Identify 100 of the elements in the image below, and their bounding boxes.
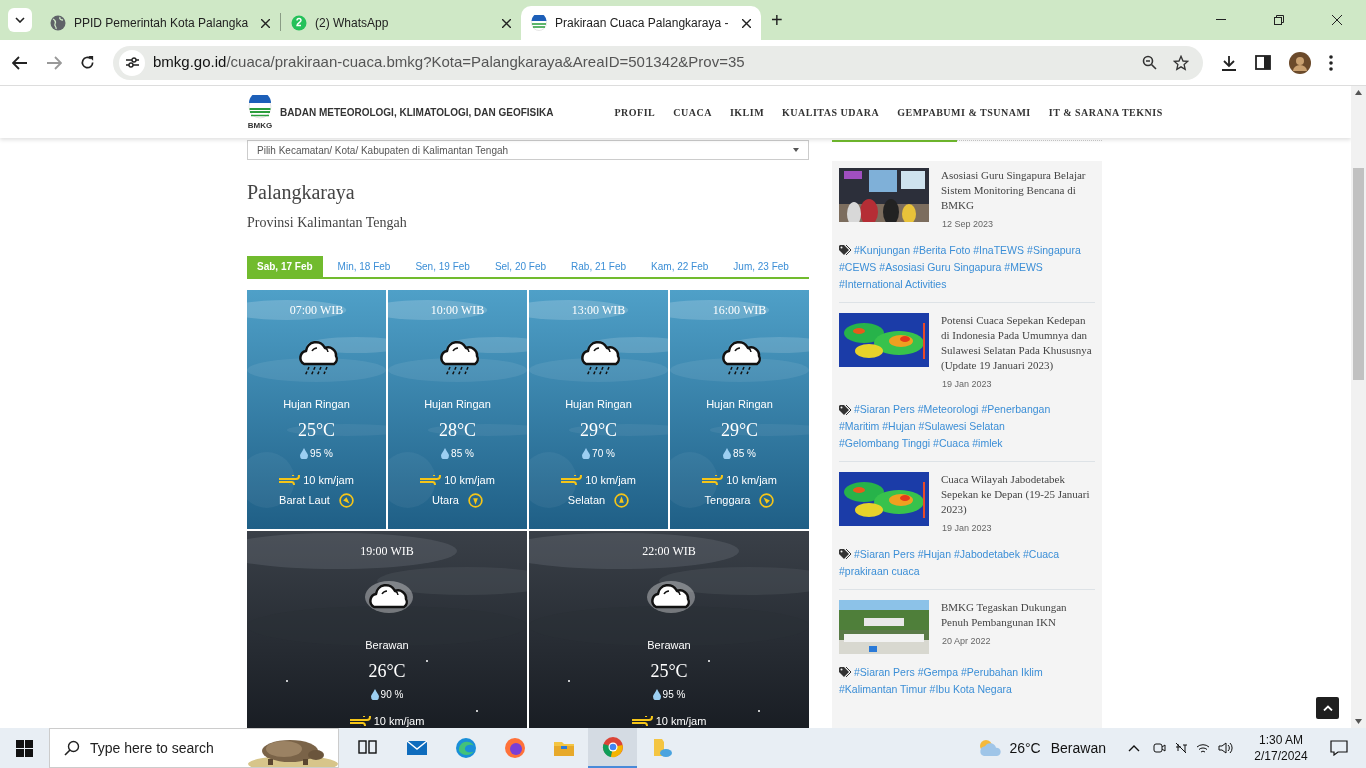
nav-link[interactable]: IT & SARANA TEKNIS [1048,104,1163,120]
tag-link[interactable]: #Jabodetabek [954,545,1020,563]
close-icon[interactable] [261,18,270,28]
zoom-icon[interactable] [1142,55,1157,70]
day-tab[interactable]: Min, 18 Feb [327,256,401,277]
meet-now-icon[interactable] [1152,741,1166,755]
forecast-time: 13:00 WIB [571,303,626,317]
weather-condition[interactable]: Berawan [1050,737,1106,759]
edge-icon[interactable] [454,737,477,759]
nav-link[interactable]: CUACA [673,104,712,120]
nav-link[interactable]: PROFIL [614,104,656,120]
clock[interactable]: 1:30 AM 2/17/2024 [1244,732,1318,764]
tag-link[interactable]: #International Activities [839,275,947,293]
scroll-up-icon[interactable] [1355,90,1362,95]
tag-link[interactable]: #Maritim [839,418,880,435]
tag-link[interactable]: #Siaran Pers [854,545,915,563]
droplet-icon [652,688,661,700]
article-title[interactable]: Cuaca Wilayah Jabodetabek Sepekan ke Depan (19-25 Januari 2023) [941,472,1095,517]
tag-link[interactable]: #Meteorologi [917,401,979,418]
close-icon[interactable] [742,18,751,28]
nav-link[interactable]: GEMPABUMI & TSUNAMI [897,104,1031,120]
article-date: 19 Jan 2023 [942,377,993,391]
forecast-time: 10:00 WIB [430,303,485,317]
day-tab[interactable]: Sab, 17 Feb [247,256,323,277]
notification-icon[interactable] [1330,740,1348,756]
back-icon[interactable] [12,55,28,70]
browser-tab[interactable]: PPID Pemerintah Kota Palangka [40,6,280,40]
tag-link[interactable]: #Gelombang Tinggi [839,435,931,452]
droplet-icon [441,447,450,459]
tab-title: Prakiraan Cuaca Palangkaraya - [555,15,729,32]
day-tab[interactable]: Jum, 23 Feb [723,256,799,277]
tab-list-button[interactable] [8,8,32,32]
menu-icon[interactable] [1329,54,1333,71]
side-panel-icon[interactable] [1255,55,1271,70]
speaker-icon[interactable] [1218,741,1234,755]
windows-start-icon[interactable] [16,739,33,757]
tag-link[interactable]: #Perubahan Iklim [961,663,1043,681]
tag-link[interactable]: #Cuaca [1022,545,1060,563]
tab-title: PPID Pemerintah Kota Palangka [74,15,249,32]
tag-link[interactable]: #Singapura [1027,241,1081,259]
wind-direction: Selatan [567,493,606,508]
new-tab-button[interactable]: + [771,10,783,30]
tag-link[interactable]: #Cuaca [933,435,970,452]
tag-link[interactable]: #CEWS [839,258,877,276]
tag-link[interactable]: #Gempa [917,663,958,681]
wifi-icon[interactable] [1196,742,1210,754]
tag-link[interactable]: #Kalimantan Timur [839,680,927,698]
caret-icon [793,148,799,152]
tag-link[interactable]: #Penerbangan [981,401,1051,418]
browser-tab[interactable]: Prakiraan Cuaca Palangkaraya - [521,6,761,40]
temperature: 29°C [720,420,759,440]
select-placeholder: Pilih Kecamatan/ Kota/ Kabupaten di Kalimantan Tengah [257,143,509,158]
article-title[interactable]: Potensi Cuaca Sepekan Kedepan di Indonesia Pada Umumnya dan Sulawesi Selatan Pada Khususnya (Update 19 Januari 2023) [941,312,1095,373]
day-tab[interactable]: Sel, 20 Feb [484,256,557,277]
nav-link[interactable]: KUALITAS UDARA [782,104,880,120]
tag-link[interactable]: #Hujan [882,418,916,435]
address-bar[interactable]: bmkg.go.id/cuaca/prakiraan-cuaca.bmkg?Kota=Palangkaraya&AreaID=501342&Prov=35 [113,45,1203,80]
forward-icon[interactable] [46,55,62,70]
tag-link[interactable]: #Kunjungan [854,241,911,259]
back-to-top-button[interactable] [1316,697,1339,719]
location-select[interactable]: Pilih Kecamatan/ Kota/ Kabupaten di Kalimantan Tengah [247,140,809,160]
minimize-icon[interactable] [1216,19,1226,21]
restore-icon[interactable] [1274,15,1284,25]
tag-link[interactable]: #Asosiasi Guru Singapura [879,258,1002,276]
browser-tab[interactable]: (2) WhatsApp [281,6,521,40]
article-title[interactable]: Asosiasi Guru Singapura Belajar Sistem Monitoring Bencana di BMKG [941,168,1095,213]
article-title[interactable]: BMKG Tegaskan Dukungan Penuh Pembangunan IKN [941,599,1095,630]
day-tab[interactable]: Rab, 21 Feb [561,256,637,277]
profile-avatar-icon[interactable] [1289,51,1311,74]
tag-link[interactable]: #Siaran Pers [854,663,915,681]
close-icon[interactable] [1332,15,1342,25]
temperature: 25°C [297,420,336,440]
wind-icon [420,475,443,485]
wind-speed: 10 km/jam [726,472,777,488]
close-icon[interactable] [502,18,511,28]
scroll-down-icon[interactable] [1355,719,1362,724]
firefox-icon[interactable] [503,737,526,759]
droplet-icon [582,447,591,459]
search-field[interactable]: Type here to search [49,728,339,768]
download-icon[interactable] [1221,54,1237,71]
reload-icon[interactable] [80,55,95,70]
site-settings-icon[interactable] [125,57,139,68]
day-tab[interactable]: Sen, 19 Feb [405,256,480,277]
tag-link[interactable]: #Ibu Kota Negara [929,680,1012,698]
tag-link[interactable]: #imlek [972,435,1003,452]
tag-link[interactable]: #MEWS [1004,258,1043,276]
day-tab[interactable]: Kam, 22 Feb [641,256,719,277]
star-icon[interactable] [1173,54,1189,71]
chrome-icon[interactable] [601,736,624,758]
tag-link[interactable]: #Berita Foto [913,241,971,259]
scrollbar-thumb[interactable] [1353,168,1364,380]
tag-link[interactable]: #Hujan [917,545,951,563]
chevron-up-icon[interactable] [1128,744,1140,752]
tag-link[interactable]: #InaTEWS [973,241,1025,259]
search-icon [64,740,80,756]
tag-link[interactable]: #Siaran Pers [854,401,915,418]
tag-link[interactable]: #Sulawesi Selatan [918,418,1005,435]
nav-link[interactable]: IKLIM [729,104,765,120]
tag-link[interactable]: #prakiraan cuaca [839,562,920,580]
weather-temperature[interactable]: 26°C [1009,737,1041,759]
